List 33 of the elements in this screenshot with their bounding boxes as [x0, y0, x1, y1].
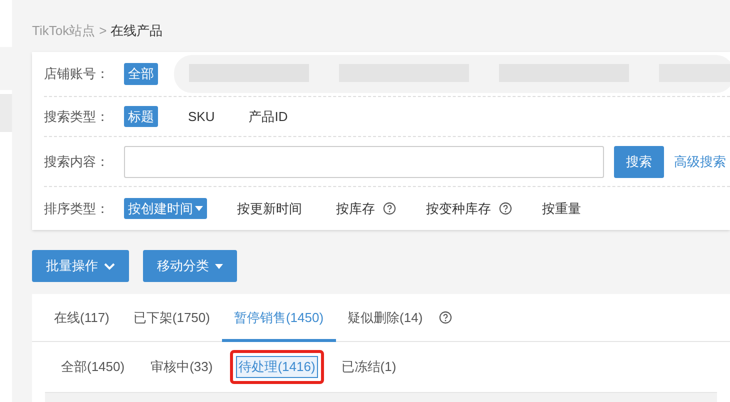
filter-option[interactable]: 按变种库存 [422, 198, 495, 220]
tab[interactable]: 已下架(1750) [121, 294, 222, 342]
caret-icon [215, 264, 223, 268]
search-button[interactable]: 搜索 [614, 146, 664, 178]
filter-option[interactable]: 按重量 [538, 198, 585, 220]
action-button[interactable]: 批量操作 [32, 250, 129, 282]
help-icon [438, 311, 452, 324]
help-icon [499, 202, 512, 215]
subtab[interactable]: 全部(1450) [58, 356, 128, 378]
filter-option[interactable]: 按更新时间 [233, 198, 306, 220]
tab[interactable]: 在线(117) [42, 294, 122, 342]
subtab[interactable]: 审核中(33) [148, 356, 216, 378]
chevron-icon [104, 262, 115, 270]
action-button[interactable]: 移动分类 [143, 250, 237, 282]
filter-label: 排序类型： [44, 200, 110, 218]
subtab[interactable]: 已冻结(1) [338, 356, 400, 378]
advanced-search-link[interactable]: 高级搜索 [674, 152, 726, 172]
filter-option[interactable]: 按创建时间 [124, 198, 207, 220]
filter-option[interactable]: 标题 [124, 106, 158, 128]
filter-label: 搜索类型： [44, 108, 110, 126]
filter-option[interactable]: 按库存 [332, 198, 379, 220]
filter-label: 搜索内容： [44, 152, 110, 171]
tab[interactable]: 暂停销售(1450) [222, 294, 336, 342]
filter-option[interactable]: 全部 [124, 63, 158, 85]
tab[interactable]: 疑似删除(14) [336, 294, 435, 342]
caret-icon [195, 206, 203, 211]
filter-label: 店铺账号： [44, 65, 110, 84]
help-icon [383, 202, 396, 215]
breadcrumb-separator: > [99, 22, 107, 40]
filter-option[interactable]: SKU [184, 106, 219, 128]
search-field[interactable] [124, 146, 604, 178]
breadcrumb-item: 在线产品 [110, 22, 163, 40]
filter-option[interactable]: 产品ID [244, 106, 292, 128]
